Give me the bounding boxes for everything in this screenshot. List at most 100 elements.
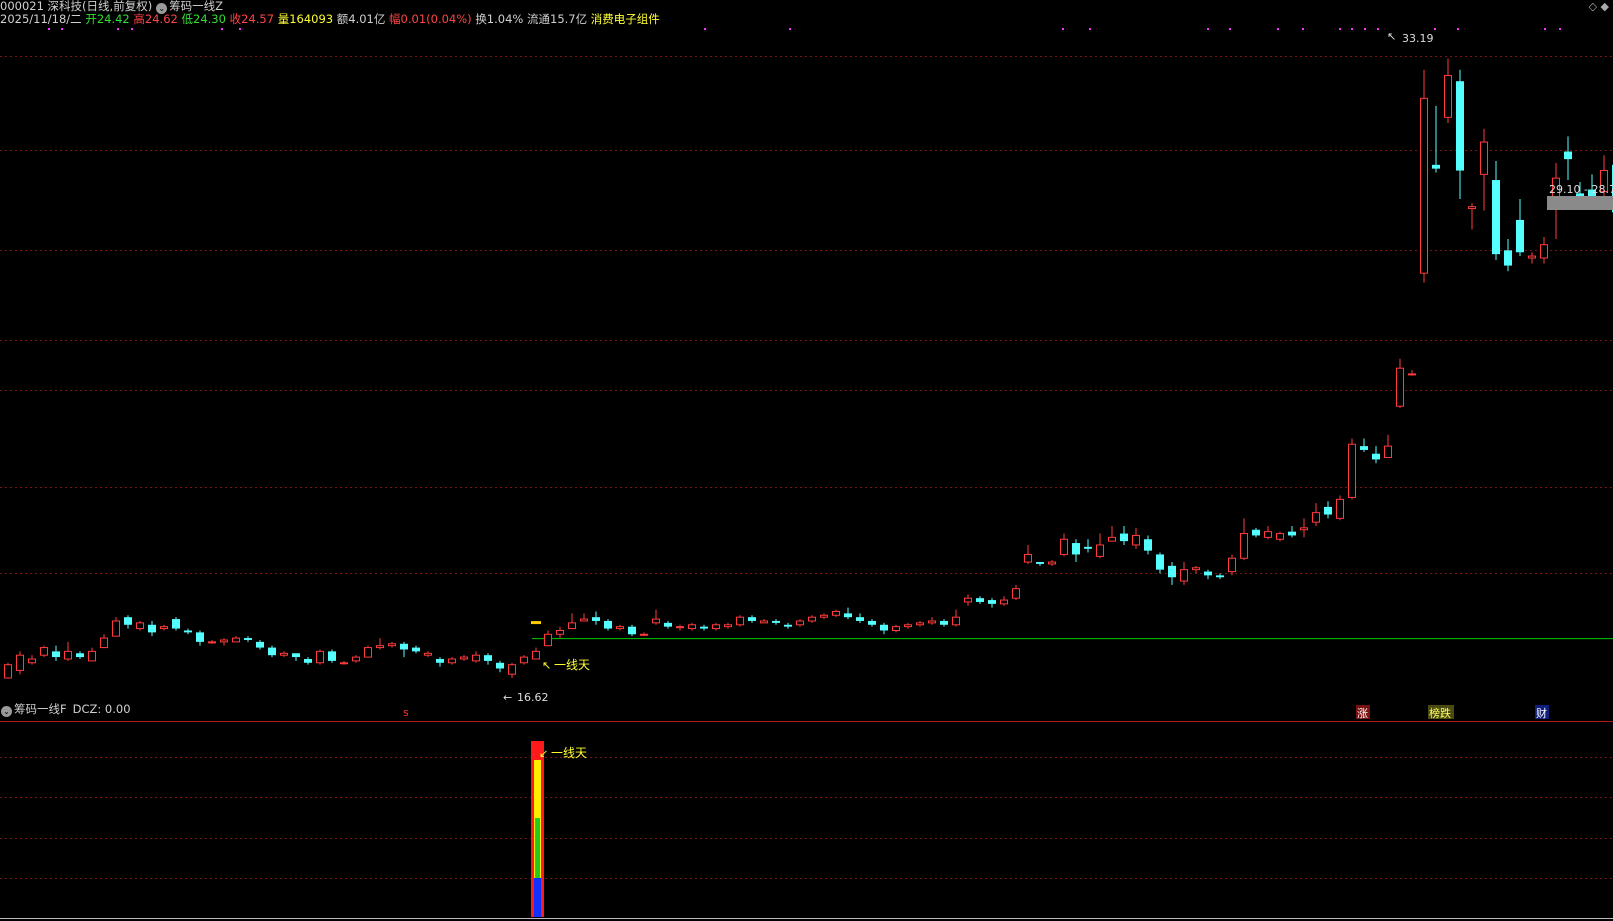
candle-body	[1372, 453, 1380, 460]
candle-body	[280, 652, 288, 656]
event-bang: 榜跌	[1429, 706, 1451, 720]
candle-body	[136, 622, 144, 630]
candle-body	[160, 626, 168, 630]
candle-body	[1024, 553, 1032, 563]
candle-body	[652, 618, 660, 624]
chevron-down-icon[interactable]: ⌄	[1, 706, 12, 717]
candle-body	[1504, 250, 1512, 266]
event-dot	[1377, 28, 1379, 30]
candle-body	[208, 641, 216, 644]
candle-body	[472, 654, 480, 662]
candle-body	[832, 610, 840, 616]
dcz-value: 0.00	[104, 702, 131, 716]
candle-body	[1468, 206, 1476, 210]
candle-body	[172, 619, 180, 629]
candle-body	[628, 626, 636, 635]
event-dot	[117, 28, 119, 30]
candle-body	[868, 620, 876, 625]
candle-body	[1528, 255, 1536, 259]
candle-body	[964, 597, 972, 603]
candle-body	[1048, 561, 1056, 565]
sub-panel-header: ⌄ 筹码一线F DCZ: 0.00	[0, 702, 131, 717]
candle-body	[712, 624, 720, 630]
candle-body	[448, 658, 456, 664]
candle-body	[724, 624, 732, 628]
candle-body	[340, 662, 348, 665]
candle-body	[676, 626, 684, 629]
candle-body	[1516, 219, 1524, 253]
candle-body	[808, 616, 816, 622]
signal-bar-blue	[534, 878, 541, 917]
candle-body	[1492, 180, 1500, 255]
signal-label-main: 一线天	[554, 658, 590, 672]
candle-body	[1216, 575, 1224, 578]
candle-body	[1540, 244, 1548, 259]
event-dot	[48, 28, 50, 30]
candle-body	[1000, 599, 1008, 605]
candle-body	[64, 650, 72, 660]
candle-body	[1120, 533, 1128, 542]
low-price-label: 16.62	[517, 691, 549, 704]
candle-body	[928, 620, 936, 624]
event-zhang: 涨	[1357, 707, 1368, 720]
candle-body	[916, 622, 924, 626]
event-dot	[1434, 28, 1436, 30]
candle-body	[328, 651, 336, 661]
candle-body	[1444, 75, 1452, 118]
candle-body	[1012, 588, 1020, 599]
candle-body	[1324, 506, 1332, 515]
candle-body	[1432, 164, 1440, 169]
candle-body	[232, 637, 240, 643]
candle-body	[412, 647, 420, 652]
event-dot	[1207, 28, 1209, 30]
candle-body	[556, 629, 564, 635]
candle-body	[1264, 531, 1272, 538]
candle-body	[508, 664, 516, 675]
price-range-label: 29.10 - 28.7	[1549, 183, 1613, 196]
candle-body	[976, 598, 984, 602]
candle-body	[880, 624, 888, 631]
signal-arrow-main: ↖	[542, 659, 551, 672]
event-dot	[789, 28, 791, 30]
price-range-box	[1547, 196, 1613, 210]
candle-body	[664, 622, 672, 627]
candle-body	[1240, 533, 1248, 559]
candle-body	[1096, 544, 1104, 557]
candle-body	[1204, 571, 1212, 576]
candle-body	[772, 620, 780, 623]
candle-body	[220, 639, 228, 643]
candle-body	[4, 664, 12, 679]
candle-body	[616, 626, 624, 630]
candle-body	[1168, 565, 1176, 578]
candle-body	[1156, 554, 1164, 570]
candle-body	[436, 658, 444, 663]
candle-body	[88, 650, 96, 662]
candle-body	[1564, 151, 1572, 160]
signal-label-sub: 一线天	[551, 746, 587, 760]
candle-body	[1108, 536, 1116, 542]
kline-chart[interactable]: 29.10 - 28.7 ↖ 33.19 ← 16.62 ↖ 一线天 s 涨 榜…	[0, 0, 1613, 921]
candle-body	[700, 626, 708, 629]
candle-body	[1252, 529, 1260, 536]
event-dot	[239, 28, 241, 30]
event-dot	[1457, 28, 1459, 30]
candle-body	[496, 662, 504, 669]
candle-body	[736, 616, 744, 626]
candle-body	[148, 624, 156, 633]
sub-indicator-name[interactable]: 筹码一线F	[14, 702, 67, 716]
event-dot	[1277, 28, 1279, 30]
candle-body	[1336, 498, 1344, 519]
event-dot	[1302, 28, 1304, 30]
candle-body	[52, 651, 60, 658]
candle-body	[820, 614, 828, 618]
candle-body	[844, 613, 852, 618]
candle-body	[520, 656, 528, 664]
candle-body	[100, 637, 108, 649]
candle-body	[1084, 546, 1092, 549]
event-cai: 财	[1536, 706, 1547, 720]
sub-indicator-panel	[531, 741, 544, 917]
event-dot	[1364, 28, 1366, 30]
grid-lines	[0, 56, 1613, 879]
candle-body	[856, 617, 864, 621]
signal-arrow-sub: ↙	[539, 747, 548, 760]
